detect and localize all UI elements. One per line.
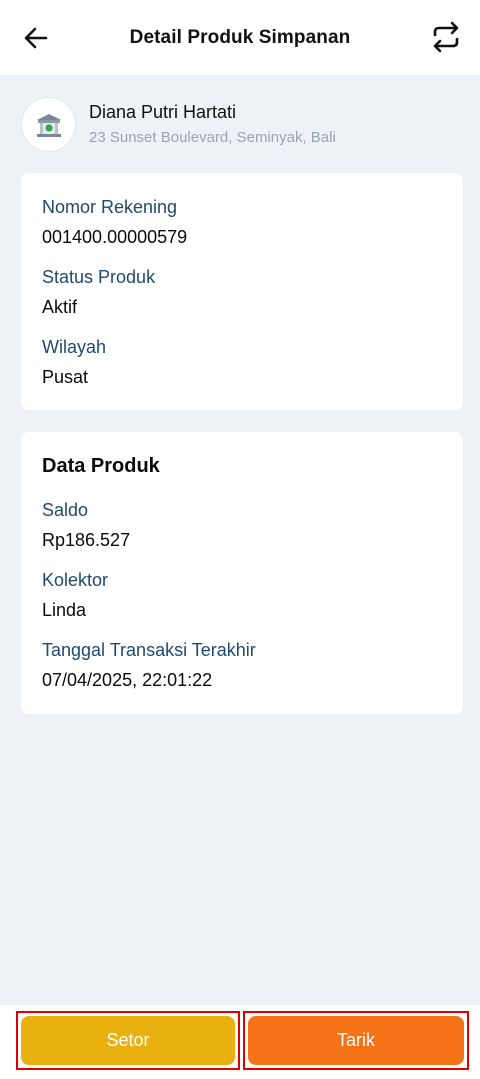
page-title: Detail Produk Simpanan [129, 26, 351, 48]
action-bar: Setor Tarik [0, 1005, 480, 1079]
avatar [21, 97, 76, 152]
back-arrow-icon[interactable] [22, 24, 50, 52]
product-data-title: Data Produk [42, 455, 160, 477]
account-number-label: Nomor Rekening [42, 197, 178, 217]
tarik-button[interactable]: Tarik [248, 1016, 464, 1065]
balance-label: Saldo [42, 500, 89, 520]
member-address: 23 Sunset Boulevard, Seminyak, Bali [89, 129, 336, 146]
account-number-value: 001400.00000579 [42, 227, 188, 247]
collector-value: Linda [42, 600, 87, 620]
setor-button-frame: Setor [16, 1011, 240, 1070]
bank-building-icon [36, 113, 61, 137]
last-transaction-label: Tanggal Transaksi Terakhir [42, 640, 256, 660]
collector-label: Kolektor [42, 570, 109, 590]
tarik-button-frame: Tarik [243, 1011, 469, 1070]
last-transaction-value: 07/04/2025, 22:01:22 [42, 670, 213, 690]
member-name: Diana Putri Hartati [89, 102, 237, 122]
product-data-card: Data Produk Saldo Rp186.527 Kolektor Lin… [21, 432, 463, 714]
product-status-label: Status Produk [42, 267, 156, 287]
region-label: Wilayah [42, 337, 107, 357]
account-info-card: Nomor Rekening 001400.00000579 Status Pr… [21, 173, 463, 410]
product-status-value: Aktif [42, 297, 78, 317]
region-value: Pusat [42, 367, 89, 387]
member-profile: Diana Putri Hartati 23 Sunset Boulevard,… [21, 97, 461, 153]
setor-button[interactable]: Setor [21, 1016, 235, 1065]
swap-arrows-icon[interactable] [430, 20, 462, 54]
balance-value: Rp186.527 [42, 530, 131, 550]
top-bar: Detail Produk Simpanan [0, 0, 480, 75]
